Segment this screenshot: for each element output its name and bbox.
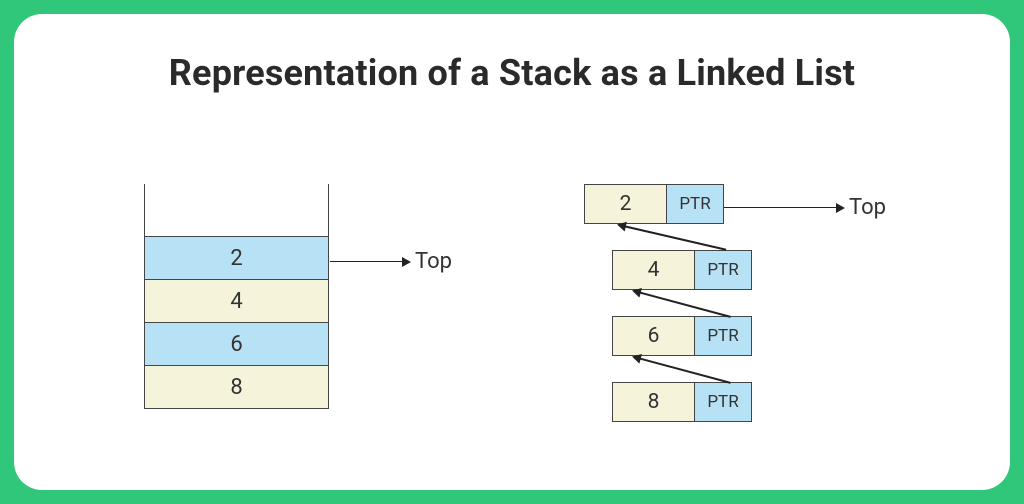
linked-list-node: 2 PTR [584,184,724,224]
node-ptr-label: PTR [695,317,751,355]
node-ptr-label: PTR [695,383,751,421]
diagram-card: Representation of a Stack as a Linked Li… [14,14,1010,490]
arrow-left-icon [631,285,642,297]
arrow-right-icon [836,203,845,213]
pointer-arrow [619,224,727,250]
stack-cell: 4 [145,279,328,322]
arrow-left-icon [616,219,627,231]
linked-list-node: 6 PTR [612,316,752,356]
node-ptr-label: PTR [695,251,751,289]
top-pointer-arrow: Top [724,195,886,220]
node-value: 8 [613,383,695,421]
pointer-arrow [634,290,731,317]
arrow-shaft [724,207,836,209]
linked-list: 2 PTR 4 PTR 6 PTR 8 PTR [584,184,964,454]
node-value: 6 [613,317,695,355]
arrow-left-icon [631,351,642,363]
node-value: 2 [585,185,667,223]
pointer-arrow [634,356,731,383]
stack-empty-space [145,184,328,236]
node-value: 4 [613,251,695,289]
top-pointer-arrow: Top [330,249,452,274]
diagram-title: Representation of a Stack as a Linked Li… [14,52,1010,94]
stack-cell: 6 [145,322,328,365]
linked-list-node: 4 PTR [612,250,752,290]
stack-cell: 8 [145,365,328,408]
top-label: Top [849,195,886,220]
node-ptr-label: PTR [667,185,723,223]
arrow-shaft [330,261,402,263]
linked-list-node: 8 PTR [612,382,752,422]
stack-array: 2 4 6 8 [144,184,329,409]
stack-cell: 2 [145,236,328,279]
top-label: Top [415,249,452,274]
arrow-right-icon [402,257,411,267]
